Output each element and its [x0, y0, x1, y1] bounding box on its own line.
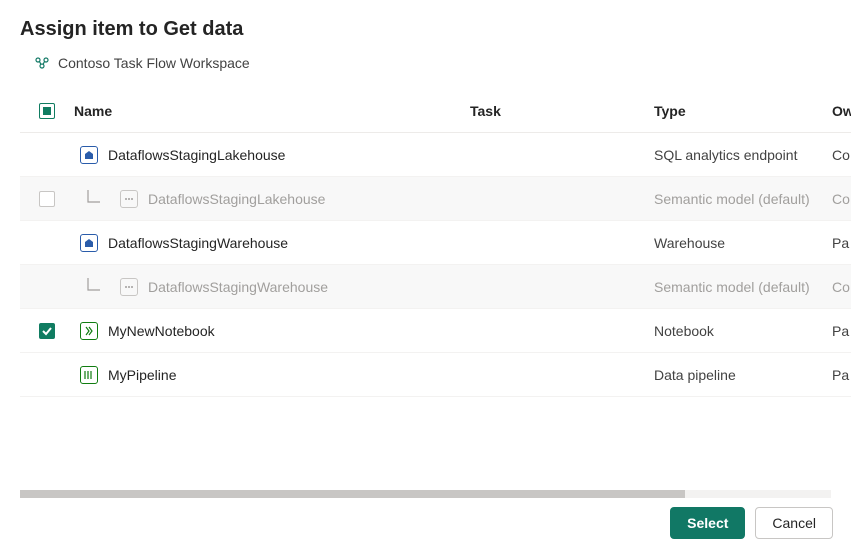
row-checkbox[interactable] — [39, 191, 55, 207]
assign-item-dialog: Assign item to Get data Contoso Task Flo… — [0, 0, 851, 553]
item-type: Semantic model (default) — [654, 279, 832, 295]
item-name: MyPipeline — [108, 367, 176, 383]
workspace-icon — [34, 55, 50, 71]
item-owner: Co — [832, 147, 851, 163]
tree-connector-icon — [84, 188, 108, 210]
item-type: Semantic model (default) — [654, 191, 832, 207]
sem-icon — [120, 278, 138, 296]
table-row[interactable]: MyNewNotebook NotebookPa — [20, 309, 851, 353]
column-header-owner[interactable]: Ow — [832, 103, 851, 119]
table-row[interactable]: DataflowsStagingLakehouse SQL analytics e… — [20, 133, 851, 177]
item-owner: Co — [832, 279, 851, 295]
workspace-name: Contoso Task Flow Workspace — [58, 55, 250, 71]
dialog-title: Assign item to Get data — [20, 18, 851, 41]
column-header-name[interactable]: Name — [74, 103, 470, 119]
column-header-task[interactable]: Task — [470, 103, 654, 119]
dialog-footer: Select Cancel — [670, 507, 833, 539]
item-name: DataflowsStagingWarehouse — [148, 279, 328, 295]
item-name: MyNewNotebook — [108, 323, 215, 339]
sem-icon — [120, 190, 138, 208]
item-type: SQL analytics endpoint — [654, 147, 832, 163]
select-all-checkbox[interactable] — [39, 103, 55, 119]
items-table: Name Task Type Ow DataflowsStagingLakeho… — [20, 89, 851, 397]
horizontal-scrollbar-track[interactable] — [20, 490, 831, 498]
tree-connector-icon — [84, 276, 108, 298]
column-header-type[interactable]: Type — [654, 103, 832, 119]
nb-icon — [80, 322, 98, 340]
item-owner: Pa — [832, 235, 851, 251]
table-row[interactable]: DataflowsStagingWarehouse Semantic model … — [20, 265, 851, 309]
table-row[interactable]: DataflowsStagingWarehouse WarehousePa — [20, 221, 851, 265]
table-header-row: Name Task Type Ow — [20, 89, 851, 133]
lake-icon — [80, 146, 98, 164]
item-type: Notebook — [654, 323, 832, 339]
item-name: DataflowsStagingLakehouse — [148, 191, 325, 207]
item-type: Data pipeline — [654, 367, 832, 383]
item-name: DataflowsStagingWarehouse — [108, 235, 288, 251]
table-row[interactable]: MyPipeline Data pipelinePa — [20, 353, 851, 397]
horizontal-scrollbar-thumb[interactable] — [20, 490, 685, 498]
item-owner: Pa — [832, 323, 851, 339]
item-owner: Pa — [832, 367, 851, 383]
select-button[interactable]: Select — [670, 507, 745, 539]
cancel-button[interactable]: Cancel — [755, 507, 833, 539]
wh-icon — [80, 234, 98, 252]
item-name: DataflowsStagingLakehouse — [108, 147, 285, 163]
pipe-icon — [80, 366, 98, 384]
item-owner: Co — [832, 191, 851, 207]
row-checkbox[interactable] — [39, 323, 55, 339]
table-row[interactable]: DataflowsStagingLakehouse Semantic model … — [20, 177, 851, 221]
workspace-row: Contoso Task Flow Workspace — [34, 55, 851, 71]
item-type: Warehouse — [654, 235, 832, 251]
